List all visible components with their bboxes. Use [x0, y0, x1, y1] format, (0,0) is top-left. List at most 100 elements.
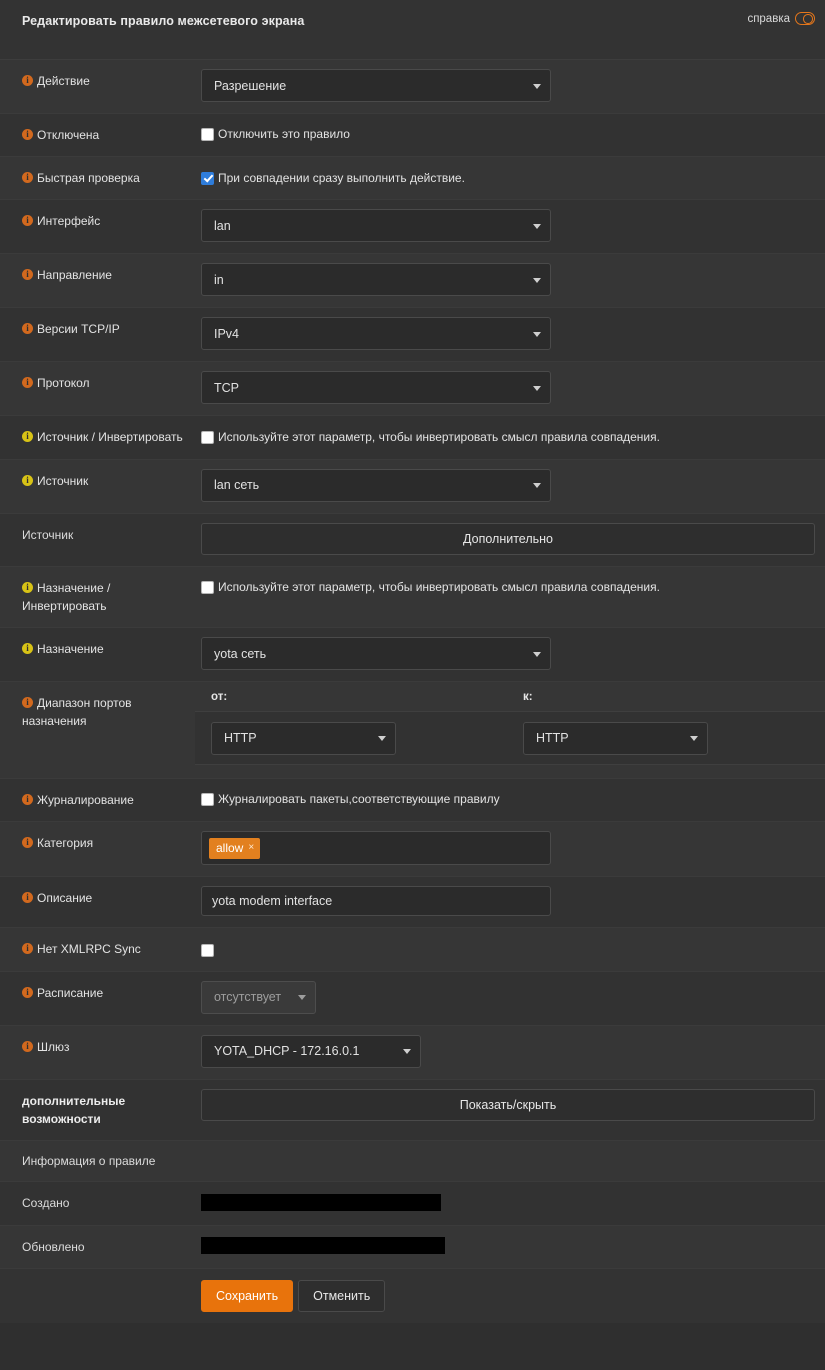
direction-select[interactable]: in	[201, 263, 551, 297]
logging-checkbox-row[interactable]: Журналировать пакеты,соответствующие пра…	[201, 789, 815, 808]
field-no-xmlrpc-sync	[195, 928, 825, 970]
page-title: Редактировать правило межсетевого экрана	[22, 14, 305, 28]
quick-check-checkbox[interactable]	[201, 171, 214, 185]
row-source: Источник lan сеть	[0, 459, 825, 514]
field-protocol: TCP	[195, 362, 825, 415]
label-direction-text: Направление	[37, 268, 112, 283]
info-icon[interactable]	[22, 128, 33, 140]
field-source-advanced: Дополнительно	[195, 514, 825, 566]
edit-firewall-rule-panel: Редактировать правило межсетевого экрана…	[0, 0, 825, 1323]
no-xmlrpc-sync-checkbox[interactable]	[201, 943, 214, 957]
info-icon[interactable]	[22, 696, 33, 709]
action-select[interactable]: Разрешение	[201, 69, 551, 102]
interface-select[interactable]: lan	[201, 209, 551, 243]
protocol-select-value: TCP	[214, 380, 239, 395]
info-icon[interactable]	[22, 793, 33, 806]
gateway-select[interactable]: YOTA_DHCP - 172.16.0.1	[201, 1034, 421, 1068]
protocol-select[interactable]: TCP	[201, 371, 551, 405]
info-icon[interactable]	[22, 268, 33, 281]
label-direction: Направление	[0, 254, 195, 296]
row-logging: Журналирование Журналировать пакеты,соот…	[0, 779, 825, 823]
row-destination: Назначение yota сеть	[0, 628, 825, 683]
label-category: Категория	[0, 822, 195, 864]
logging-checkbox-label: Журналировать пакеты,соответствующие пра…	[218, 792, 500, 807]
category-tag-label: allow	[216, 840, 244, 855]
category-tag[interactable]: allow ×	[209, 837, 261, 859]
field-advanced-options: Показать/скрыть	[195, 1080, 825, 1132]
dest-invert-checkbox-label: Используйте этот параметр, чтобы инверти…	[218, 580, 660, 594]
info-icon[interactable]	[22, 376, 33, 389]
category-tag-input[interactable]: allow ×	[201, 831, 551, 866]
source-invert-checkbox-row[interactable]: Используйте этот параметр, чтобы инверти…	[201, 427, 815, 446]
advanced-options-toggle-button[interactable]: Показать/скрыть	[201, 1088, 815, 1121]
help-toggle[interactable]: справка	[747, 12, 815, 25]
source-advanced-button[interactable]: Дополнительно	[201, 522, 815, 555]
info-icon[interactable]	[22, 891, 33, 904]
info-icon[interactable]	[22, 642, 33, 655]
row-category: Категория allow ×	[0, 822, 825, 878]
dest-invert-checkbox[interactable]	[201, 581, 214, 594]
info-icon[interactable]	[22, 214, 33, 227]
no-xmlrpc-sync-checkbox-row[interactable]	[201, 940, 815, 957]
field-destination: yota сеть	[195, 628, 825, 681]
info-icon[interactable]	[22, 1040, 33, 1052]
label-category-text: Категория	[37, 836, 94, 851]
close-icon[interactable]: ×	[248, 842, 254, 853]
dest-invert-checkbox-row[interactable]: Используйте этот параметр, чтобы инверти…	[201, 577, 815, 596]
port-to-select[interactable]: HTTP	[523, 721, 708, 755]
source-invert-checkbox[interactable]	[201, 430, 214, 444]
destination-select[interactable]: yota сеть	[201, 637, 551, 671]
created-value-redacted	[201, 1193, 441, 1211]
row-advanced-options: дополнительные возможности Показать/скры…	[0, 1079, 825, 1142]
save-button[interactable]: Сохранить	[201, 1279, 294, 1312]
field-direction: in	[195, 254, 825, 307]
disabled-checkbox-row[interactable]: Отключить это правило	[201, 124, 815, 143]
form-actions-buttons: Сохранить Отменить	[201, 1279, 815, 1312]
label-dest-port-range: Диапазон портов назначения	[0, 682, 195, 742]
info-icon[interactable]	[22, 986, 33, 998]
field-schedule: отсутствует	[195, 972, 825, 1025]
label-no-xmlrpc-sync: Нет XMLRPC Sync	[0, 928, 195, 970]
schedule-select[interactable]: отсутствует	[201, 980, 316, 1014]
info-icon[interactable]	[22, 836, 33, 849]
info-icon[interactable]	[22, 430, 33, 443]
quick-check-checkbox-row[interactable]: При совпадении сразу выполнить действие.	[201, 168, 815, 187]
label-description-text: Описание	[37, 891, 93, 906]
action-select-value: Разрешение	[214, 78, 287, 93]
toggle-switch-icon[interactable]	[795, 12, 815, 25]
chevron-down-icon	[533, 223, 541, 229]
info-icon[interactable]	[22, 474, 33, 486]
label-source: Источник	[0, 460, 195, 502]
logging-checkbox[interactable]	[201, 793, 214, 807]
help-label: справка	[747, 12, 790, 25]
label-action: Действие	[0, 60, 195, 102]
field-source: lan сеть	[195, 460, 825, 513]
chevron-down-icon	[533, 83, 541, 89]
info-icon[interactable]	[22, 581, 33, 593]
chevron-down-icon	[298, 995, 306, 1001]
info-icon[interactable]	[22, 942, 33, 955]
port-from-select[interactable]: HTTP	[211, 721, 396, 755]
port-range-body: HTTP HTTP	[195, 712, 825, 765]
disabled-checkbox[interactable]	[201, 128, 214, 142]
cancel-button[interactable]: Отменить	[298, 1279, 386, 1312]
destination-select-value: yota сеть	[214, 646, 267, 661]
info-icon[interactable]	[22, 171, 33, 184]
tcpip-version-select[interactable]: IPv4	[201, 317, 551, 351]
chevron-down-icon	[690, 736, 698, 742]
description-input[interactable]	[201, 886, 551, 917]
row-interface: Интерфейс lan	[0, 200, 825, 255]
row-form-actions: Сохранить Отменить	[0, 1268, 825, 1323]
row-no-xmlrpc-sync: Нет XMLRPC Sync	[0, 928, 825, 972]
label-interface: Интерфейс	[0, 200, 195, 242]
tcpip-version-select-value: IPv4	[214, 326, 240, 341]
label-disabled-text: Отключена	[37, 128, 100, 142]
field-created	[195, 1182, 825, 1224]
port-from-select-value: HTTP	[224, 731, 257, 746]
info-icon[interactable]	[22, 74, 33, 86]
field-interface: lan	[195, 200, 825, 253]
label-schedule-text: Расписание	[37, 985, 104, 1000]
source-select[interactable]: lan сеть	[201, 468, 551, 502]
info-icon[interactable]	[22, 322, 33, 335]
row-created: Создано	[0, 1182, 825, 1226]
